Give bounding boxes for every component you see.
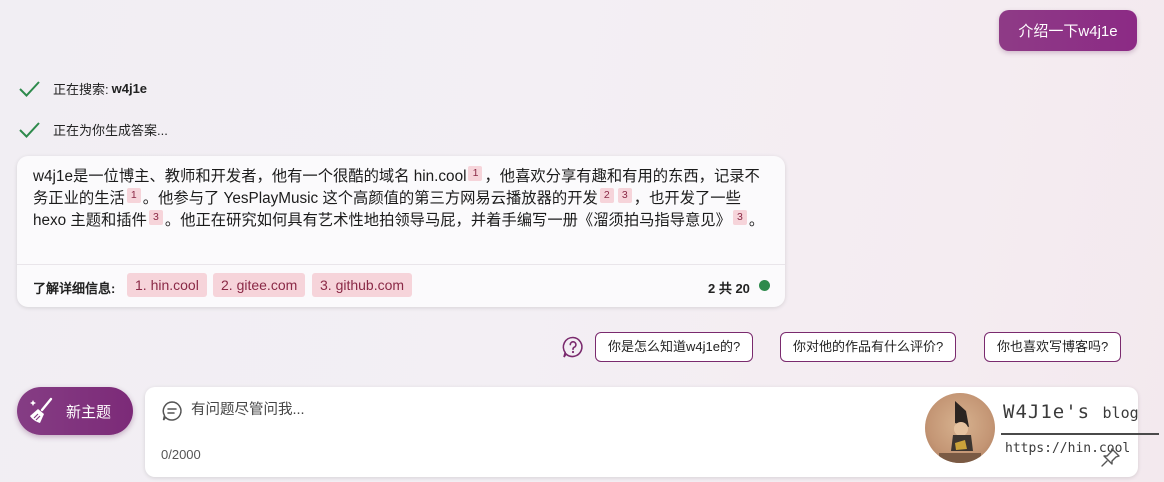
suggestion-chip-3[interactable]: 你也喜欢写博客吗? <box>984 332 1122 362</box>
generating-label: 正在为你生成答案... <box>53 123 168 138</box>
answer-text: w4j1e是一位博主、教师和开发者，他有一个很酷的域名 hin.cool 1 ，他喜… <box>33 166 771 232</box>
watermark-title-small: blog <box>1102 404 1139 422</box>
check-icon <box>19 121 40 138</box>
chat-bubble-icon <box>162 401 182 421</box>
suggestion-chip-2[interactable]: 你对他的作品有什么评价? <box>780 332 957 362</box>
citation-badge[interactable]: 2 <box>599 188 614 203</box>
turn-counter: 2 共 20 <box>708 281 750 296</box>
char-counter: 0/2000 <box>161 447 201 462</box>
searching-label: 正在搜索: <box>53 82 109 97</box>
user-message-bubble: 介绍一下w4j1e <box>999 10 1137 51</box>
source-link-1[interactable]: 1. hin.cool <box>127 273 207 297</box>
citation-badge[interactable]: 3 <box>617 188 632 203</box>
answer-segment: 。他参与了 YesPlayMusic 这个高颜值的第三方网易云播放器的开发 <box>142 190 598 207</box>
pin-icon[interactable] <box>1101 447 1121 467</box>
learn-more-label: 了解详细信息: <box>33 281 116 296</box>
card-divider <box>17 264 785 265</box>
answer-segment: 。他正在研究如何具有艺术性地拍领导马屁，并着手编写一册《溜须拍马指导意见》 <box>164 212 731 229</box>
citation-badge[interactable]: 3 <box>148 210 163 225</box>
citation-badge[interactable]: 1 <box>468 166 483 181</box>
blog-watermark: W4J1e's blog https://hin.cool <box>925 393 1164 478</box>
broom-icon <box>30 397 53 423</box>
source-link-2[interactable]: 2. gitee.com <box>213 273 306 297</box>
status-generating: 正在为你生成答案... <box>18 120 168 139</box>
suggestion-chip-1[interactable]: 你是怎么知道w4j1e的? <box>595 332 754 362</box>
status-dot <box>759 280 770 291</box>
new-topic-button[interactable]: 新主题 <box>17 387 133 435</box>
answer-segment: w4j1e是一位博主、教师和开发者，他有一个很酷的域名 hin.cool <box>33 168 467 185</box>
answer-segment: 。 <box>748 212 765 229</box>
source-link-3[interactable]: 3. github.com <box>312 273 413 297</box>
searching-query: w4j1e <box>111 81 148 96</box>
check-icon <box>19 80 40 97</box>
avatar <box>925 393 995 463</box>
chat-input[interactable] <box>191 398 891 422</box>
citation-badge[interactable]: 1 <box>126 188 141 203</box>
watermark-title: W4J1e's blog <box>1003 401 1139 423</box>
citation-badge[interactable]: 3 <box>732 210 747 225</box>
watermark-divider <box>1001 433 1159 435</box>
status-searching: 正在搜索: w4j1e <box>18 79 147 98</box>
new-topic-label: 新主题 <box>66 403 112 421</box>
question-icon[interactable] <box>561 335 585 359</box>
answer-card: w4j1e是一位博主、教师和开发者，他有一个很酷的域名 hin.cool 1 ，他喜… <box>17 156 785 307</box>
watermark-title-main: W4J1e's <box>1003 401 1091 423</box>
